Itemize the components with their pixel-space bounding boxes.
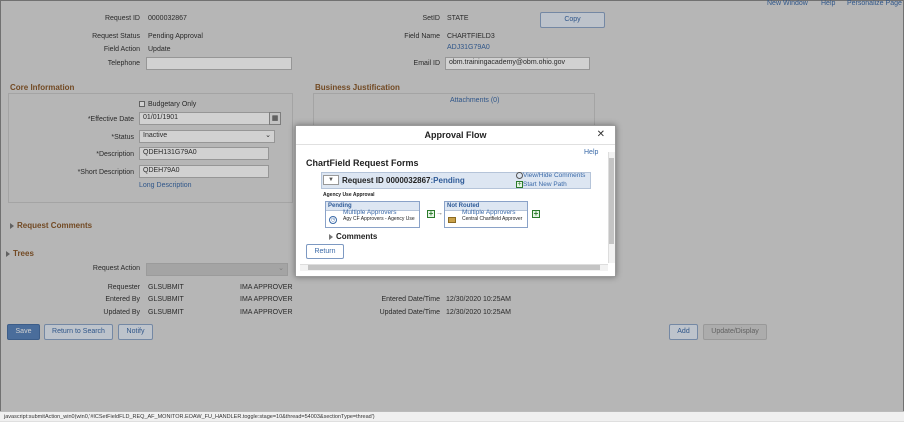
person-icon	[448, 217, 456, 223]
horizontal-scroll-thumb[interactable]	[308, 265, 600, 270]
request-id-text: Request ID 0000032867	[342, 176, 431, 185]
return-button[interactable]: Return	[306, 244, 344, 259]
add-icon: +	[516, 181, 523, 188]
view-hide-comments-text: View/Hide Comments	[523, 172, 586, 180]
collapse-toggle-icon[interactable]: ▼	[323, 175, 339, 185]
modal-title: Approval Flow	[296, 126, 615, 145]
stage2-approver-link[interactable]: Multiple Approvers	[462, 209, 515, 216]
start-new-path-text: Start New Path	[523, 181, 567, 189]
expand-arrow-icon	[329, 233, 333, 240]
chartfield-request-forms-heading: ChartField Request Forms	[306, 158, 419, 168]
stage2-role: Central Chartfield Approver	[462, 216, 523, 222]
view-hide-comments-link[interactable]: View/Hide Comments	[516, 172, 585, 179]
insert-approver-icon[interactable]: +	[532, 210, 540, 218]
request-id-heading: Request ID 0000032867:Pending	[342, 176, 465, 185]
close-icon[interactable]: ✕	[597, 129, 605, 140]
comment-icon	[516, 172, 523, 179]
browser-status-bar: javascript:submitAction_win0(win0,'#ICSe…	[0, 411, 904, 421]
stage1-approver-link[interactable]: Multiple Approvers	[343, 209, 396, 216]
comments-section[interactable]: Comments	[329, 232, 377, 241]
vertical-scroll-thumb[interactable]	[609, 158, 614, 244]
insert-approver-icon[interactable]: +	[427, 210, 435, 218]
comments-label: Comments	[336, 232, 378, 241]
path-name: Agency Use Approval	[323, 192, 375, 198]
start-new-path-link[interactable]: +Start New Path	[516, 181, 567, 188]
approval-flow-modal: Approval Flow ✕ Help ChartField Request …	[295, 125, 616, 277]
request-status-text: :Pending	[430, 176, 465, 185]
modal-help-link[interactable]: Help	[584, 149, 598, 156]
stage1-role: Agy CF Approvers - Agency Use	[343, 216, 415, 222]
clock-icon: ◷	[329, 216, 337, 224]
arrow-right-icon: →	[436, 210, 443, 217]
